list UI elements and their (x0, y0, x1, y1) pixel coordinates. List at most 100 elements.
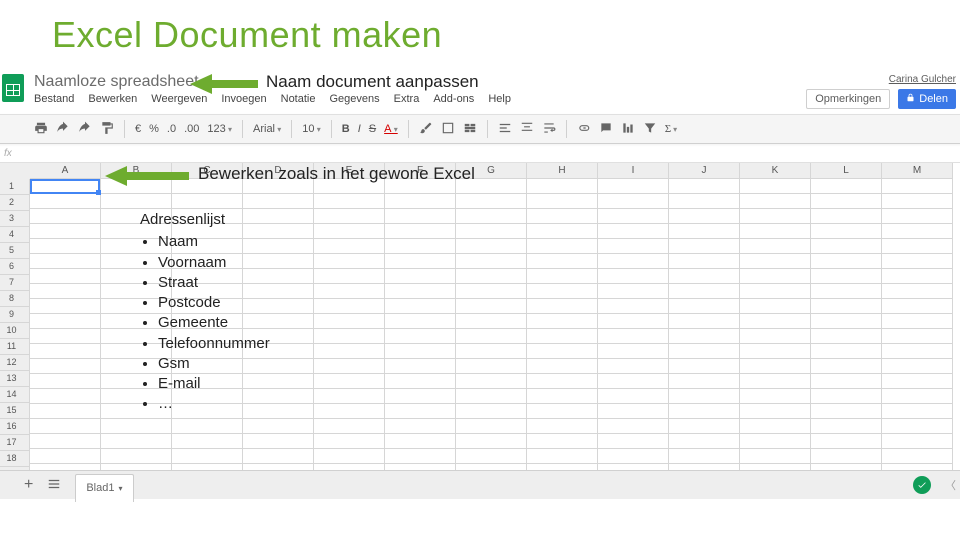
menu-bestand[interactable]: Bestand (34, 93, 74, 105)
cell[interactable] (811, 389, 882, 404)
cell[interactable] (527, 194, 598, 209)
cell[interactable] (740, 344, 811, 359)
cell[interactable] (811, 449, 882, 464)
cell[interactable] (740, 209, 811, 224)
cell[interactable] (882, 389, 953, 404)
cell[interactable] (30, 329, 101, 344)
cell[interactable] (811, 224, 882, 239)
menu-invoegen[interactable]: Invoegen (221, 93, 266, 105)
cell[interactable] (598, 374, 669, 389)
cell[interactable] (740, 404, 811, 419)
cell[interactable] (527, 239, 598, 254)
cell[interactable] (456, 434, 527, 449)
cell[interactable] (669, 419, 740, 434)
cell[interactable] (740, 434, 811, 449)
cell[interactable] (314, 269, 385, 284)
cell[interactable] (385, 239, 456, 254)
cell[interactable] (456, 314, 527, 329)
row-header[interactable]: 5 (0, 243, 30, 259)
cell[interactable] (314, 404, 385, 419)
cell[interactable] (456, 209, 527, 224)
menu-notatie[interactable]: Notatie (281, 93, 316, 105)
row-header[interactable]: 17 (0, 435, 30, 451)
select-all-corner[interactable] (0, 163, 31, 180)
cell[interactable] (314, 419, 385, 434)
cell[interactable] (314, 224, 385, 239)
cell[interactable] (882, 299, 953, 314)
strike-button[interactable]: S (369, 123, 376, 135)
menu-gegevens[interactable]: Gegevens (329, 93, 379, 105)
row-header[interactable]: 16 (0, 419, 30, 435)
increase-decimal-button[interactable]: .00 (184, 123, 199, 135)
italic-button[interactable]: I (358, 123, 361, 135)
cell[interactable] (385, 374, 456, 389)
cell[interactable] (527, 359, 598, 374)
cell[interactable] (314, 344, 385, 359)
cell[interactable] (598, 344, 669, 359)
cell[interactable] (314, 329, 385, 344)
column-header[interactable]: I (598, 163, 669, 179)
row-header[interactable]: 7 (0, 275, 30, 291)
cell[interactable] (30, 344, 101, 359)
cell[interactable] (669, 329, 740, 344)
cell[interactable] (882, 194, 953, 209)
cell[interactable] (456, 269, 527, 284)
cell[interactable] (811, 344, 882, 359)
cell[interactable] (314, 314, 385, 329)
cell[interactable] (527, 269, 598, 284)
bold-button[interactable]: B (342, 123, 350, 135)
explore-button[interactable] (913, 476, 931, 494)
cell[interactable] (598, 284, 669, 299)
cell[interactable] (456, 224, 527, 239)
cell[interactable] (740, 299, 811, 314)
cell[interactable] (30, 314, 101, 329)
cell[interactable] (30, 449, 101, 464)
cell[interactable] (740, 359, 811, 374)
cell[interactable] (598, 449, 669, 464)
cell[interactable] (598, 419, 669, 434)
cell[interactable] (527, 209, 598, 224)
active-cell-a1[interactable] (30, 179, 100, 194)
cell[interactable] (30, 224, 101, 239)
cell[interactable] (740, 314, 811, 329)
cell[interactable] (669, 404, 740, 419)
cell[interactable] (598, 254, 669, 269)
collapse-icon[interactable]: 〈 (945, 477, 956, 493)
cell[interactable] (598, 434, 669, 449)
column-header[interactable]: H (527, 163, 598, 179)
cell[interactable] (740, 389, 811, 404)
cell[interactable] (598, 194, 669, 209)
cell[interactable] (669, 449, 740, 464)
chart-icon[interactable] (621, 121, 635, 138)
row-header[interactable]: 8 (0, 291, 30, 307)
cell[interactable] (598, 389, 669, 404)
cell[interactable] (882, 434, 953, 449)
cell[interactable] (314, 374, 385, 389)
cell[interactable] (669, 434, 740, 449)
cell[interactable] (811, 194, 882, 209)
cell[interactable] (385, 434, 456, 449)
row-header[interactable]: 18 (0, 451, 30, 467)
menu-extra[interactable]: Extra (394, 93, 420, 105)
cell[interactable] (243, 449, 314, 464)
cell[interactable] (811, 329, 882, 344)
cell[interactable] (598, 209, 669, 224)
cell[interactable] (30, 254, 101, 269)
cell[interactable] (385, 404, 456, 419)
cell[interactable] (385, 449, 456, 464)
cell[interactable] (385, 314, 456, 329)
cell[interactable] (669, 284, 740, 299)
cell[interactable] (385, 209, 456, 224)
cell[interactable] (882, 269, 953, 284)
cell[interactable] (527, 284, 598, 299)
cell[interactable] (30, 209, 101, 224)
cell[interactable] (527, 344, 598, 359)
column-header[interactable]: A (30, 163, 101, 179)
cell[interactable] (811, 404, 882, 419)
cell[interactable] (30, 434, 101, 449)
cell[interactable] (101, 449, 172, 464)
cell[interactable] (243, 419, 314, 434)
currency-button[interactable]: € (135, 123, 141, 135)
cell[interactable] (882, 179, 953, 194)
cell[interactable] (314, 209, 385, 224)
